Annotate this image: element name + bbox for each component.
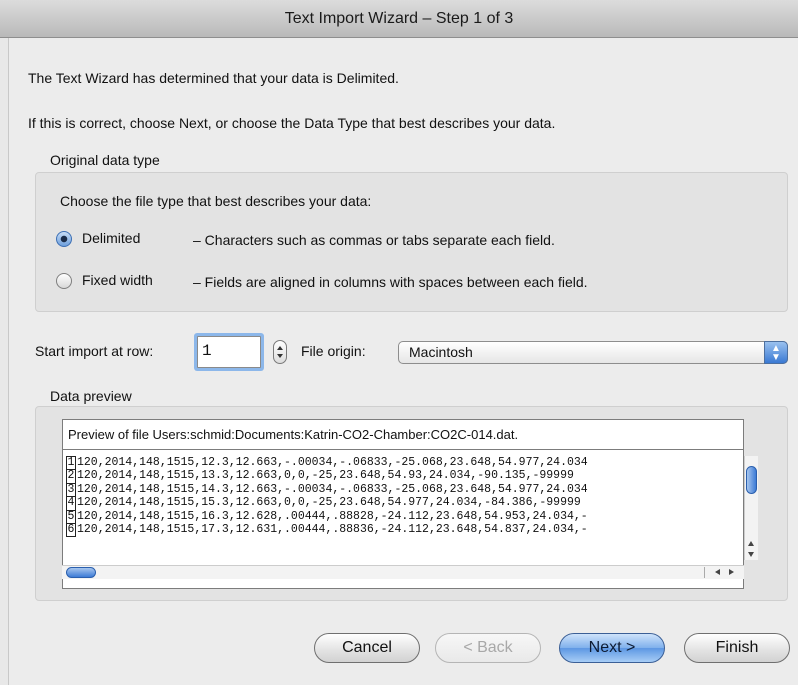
finish-button[interactable]: Finish [684,633,790,663]
row-text: 120,2014,148,1515,17.3,12.631,.00444,.88… [77,523,588,537]
row-number[interactable]: 6 [66,523,76,538]
row-number[interactable]: 4 [66,496,76,511]
radio-fixed-width[interactable] [56,273,72,289]
row-number[interactable]: 1 [66,456,76,471]
horizontal-scroll-thumb[interactable] [66,567,96,578]
file-type-prompt: Choose the file type that best describes… [60,193,372,209]
window-title: Text Import Wizard – Step 1 of 3 [0,0,798,38]
row-number[interactable]: 5 [66,510,76,525]
row-text: 120,2014,148,1515,15.3,12.663,0,0,-25,23… [77,496,581,510]
scroll-left-icon[interactable] [715,569,720,575]
fixed-width-description: – Fields are aligned in columns with spa… [193,274,588,290]
radio-delimited[interactable] [56,231,72,247]
preview-row: 4 120,2014,148,1515,15.3,12.663,0,0,-25,2… [66,496,742,511]
original-data-type-label: Original data type [50,152,160,168]
stepper-up-icon[interactable] [277,346,283,350]
start-row-label: Start import at row: [35,343,154,359]
file-origin-select[interactable]: Macintosh ▲ ▼ [398,341,788,364]
delimited-description: – Characters such as commas or tabs sepa… [193,232,555,248]
radio-delimited-label[interactable]: Delimited [82,230,140,246]
preview-rows: 1 120,2014,148,1515,12.3,12.663,-.00034,-… [66,456,742,560]
row-text: 120,2014,148,1515,12.3,12.663,-.00034,-.… [77,456,588,469]
next-button[interactable]: Next > [559,633,665,663]
preview-row: 1 120,2014,148,1515,12.3,12.663,-.00034,-… [66,456,742,471]
preview-row: 2 120,2014,148,1515,13.3,12.663,0,0,-25,2… [66,469,742,484]
stepper-down-icon[interactable] [277,354,283,358]
intro-line-1: The Text Wizard has determined that your… [28,70,399,86]
preview-file-header: Preview of file Users:schmid:Documents:K… [63,420,743,450]
vertical-scroll-thumb[interactable] [746,466,757,494]
original-data-type-group: Choose the file type that best describes… [35,172,788,312]
start-row-stepper[interactable] [273,340,287,364]
row-text: 120,2014,148,1515,13.3,12.663,0,0,-25,23… [77,469,574,483]
file-origin-label: File origin: [301,343,366,359]
row-number[interactable]: 3 [66,483,76,498]
preview-row: 3 120,2014,148,1515,14.3,12.663,-.00034,-… [66,482,742,498]
preview-row: 6 120,2014,148,1515,17.3,12.631,.00444,.8… [66,523,742,538]
file-origin-value: Macintosh [409,344,473,360]
start-row-input[interactable]: 1 [197,336,261,368]
row-text: 120,2014,148,1515,16.3,12.628,.00444,.88… [77,509,588,523]
data-preview-label: Data preview [50,388,132,404]
scroll-right-icon[interactable] [729,569,734,575]
row-number[interactable]: 2 [66,470,76,484]
radio-fixed-width-label[interactable]: Fixed width [82,272,153,288]
scroll-up-icon[interactable] [748,541,754,546]
back-button[interactable]: < Back [435,633,541,663]
preview-row: 5 120,2014,148,1515,16.3,12.628,.00444,.8… [66,509,742,525]
horizontal-scroll-buttons [704,567,742,578]
row-text: 120,2014,148,1515,14.3,12.663,-.00034,-.… [77,482,588,496]
intro-line-2: If this is correct, choose Next, or choo… [28,115,556,131]
scroll-down-icon[interactable] [748,552,754,557]
preview-vertical-scrollbar[interactable] [744,456,758,560]
preview-horizontal-scrollbar[interactable] [62,565,744,579]
cancel-button[interactable]: Cancel [314,633,420,663]
data-preview-pane: Preview of file Users:schmid:Documents:K… [62,419,758,589]
select-arrows-icon: ▲ ▼ [764,341,788,364]
